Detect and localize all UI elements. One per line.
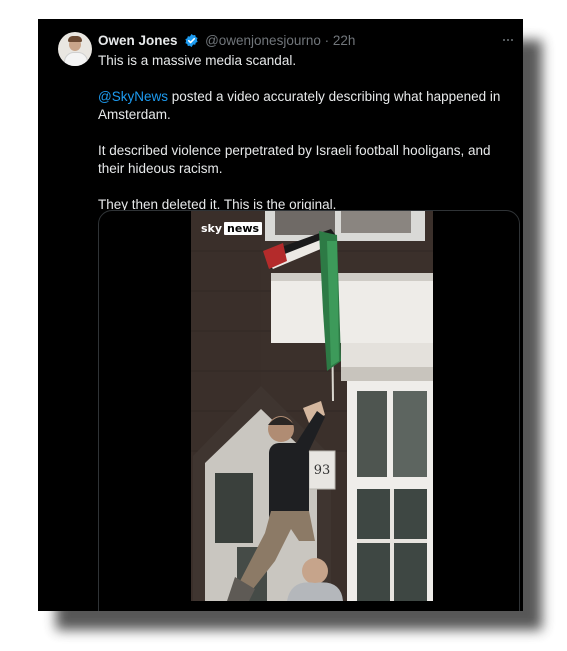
mention-link[interactable]: @SkyNews <box>98 89 168 104</box>
tweet-line-2: @SkyNews posted a video accurately descr… <box>98 88 508 124</box>
verified-badge-icon <box>185 33 198 48</box>
logo-news: news <box>224 221 263 235</box>
tweet-card: Owen Jones @owenjonesjourno · 22h This i… <box>38 19 523 611</box>
avatar[interactable] <box>58 32 92 66</box>
author-handle[interactable]: @owenjonesjourno <box>205 33 321 48</box>
tweet-header: Owen Jones @owenjonesjourno · 22h <box>98 33 355 49</box>
author-name[interactable]: Owen Jones <box>98 33 178 48</box>
tweet-line-3: It described violence perpetrated by Isr… <box>98 143 491 176</box>
media-container[interactable]: sky news 93 <box>98 210 520 611</box>
avatar-body <box>64 52 88 66</box>
tweet-text: This is a massive media scandal. @SkyNew… <box>98 52 508 232</box>
timestamp[interactable]: 22h <box>333 33 356 48</box>
avatar-hair <box>68 36 82 42</box>
logo-sky: sky <box>201 221 223 235</box>
tweet-line-1: This is a massive media scandal. <box>98 53 297 68</box>
video-frame[interactable]: 93 <box>191 211 433 601</box>
more-options-icon[interactable] <box>503 39 515 42</box>
sky-news-logo: sky news <box>201 221 263 235</box>
house-number: 93 <box>314 463 331 478</box>
separator-dot: · <box>324 33 330 48</box>
